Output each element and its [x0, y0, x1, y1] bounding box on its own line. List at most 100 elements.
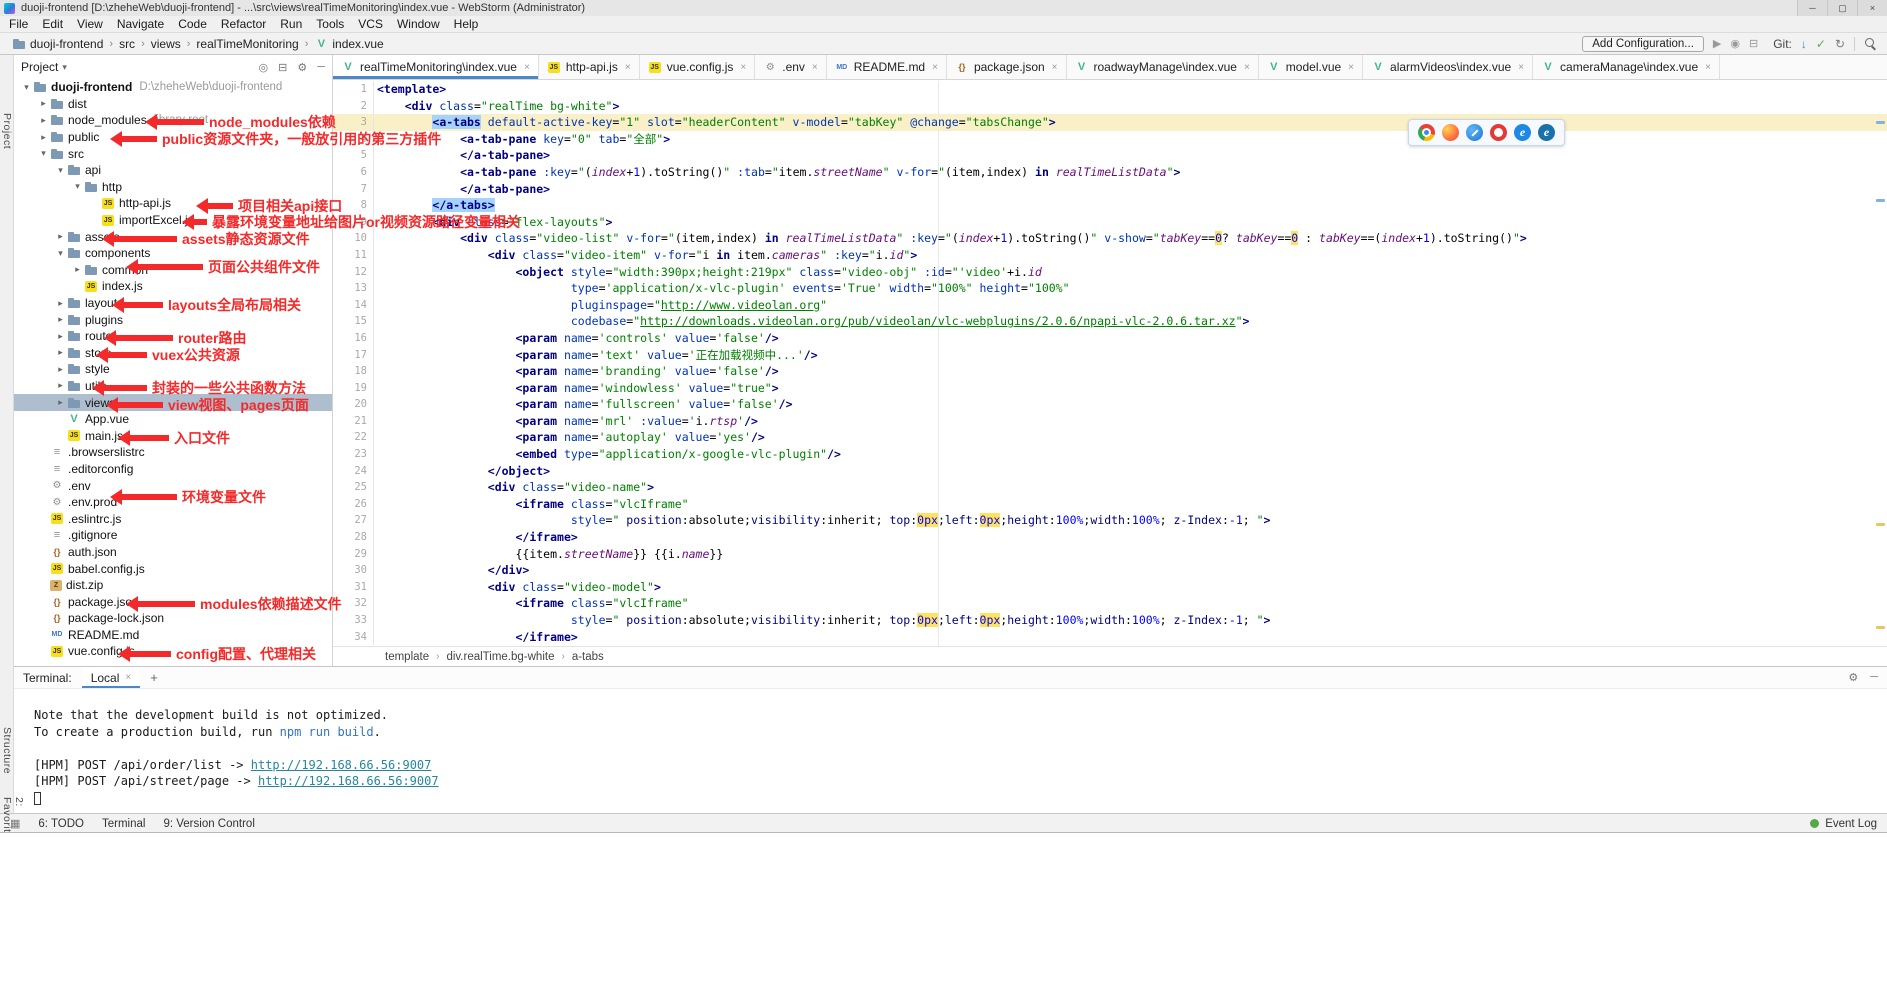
maximize-button[interactable]: ▢ [1827, 0, 1857, 16]
code-line[interactable]: 18 <param name='branding' value='false'/… [333, 363, 1887, 380]
edge-icon[interactable]: e [1538, 124, 1555, 141]
tree-item[interactable]: ▸common [14, 262, 332, 279]
git-commit-icon[interactable]: ✓ [1816, 37, 1826, 51]
menu-item-tools[interactable]: Tools [309, 16, 351, 32]
tree-item[interactable]: ⚙.env [14, 477, 332, 494]
code-line[interactable]: 27 style=" position:absolute;visibility:… [333, 512, 1887, 529]
scroll-mark[interactable] [1876, 199, 1885, 202]
menu-item-view[interactable]: View [70, 16, 110, 32]
close-icon[interactable]: × [625, 62, 631, 73]
chevron-right-icon[interactable]: ▸ [54, 347, 67, 358]
tree-item[interactable]: JSimportExcel.js [14, 212, 332, 229]
editor-tab[interactable]: ValarmVideos\index.vue× [1363, 55, 1533, 79]
editor-tab[interactable]: Vmodel.vue× [1259, 55, 1363, 79]
scroll-mark[interactable] [1876, 523, 1885, 526]
chevron-down-icon[interactable]: ▾ [54, 165, 67, 176]
git-update-icon[interactable]: ↓ [1801, 37, 1807, 51]
editor-breadcrumb-item[interactable]: template [385, 651, 429, 663]
code-line[interactable]: 29 {{item.streetName}} {{i.name}} [333, 546, 1887, 563]
code-line[interactable]: 10 <div class="video-list" v-for="(item,… [333, 230, 1887, 247]
code-line[interactable]: 28 </iframe> [333, 529, 1887, 546]
code-line[interactable]: 5 </a-tab-pane> [333, 147, 1887, 164]
project-panel-title[interactable]: Project [21, 60, 58, 74]
tree-item[interactable]: JSmain.js [14, 427, 332, 444]
add-configuration-button[interactable]: Add Configuration... [1582, 36, 1704, 52]
terminal-output[interactable]: Note that the development build is not o… [14, 689, 1887, 806]
code-line[interactable]: 15 codebase="http://downloads.videolan.o… [333, 313, 1887, 330]
event-log-button[interactable]: Event Log [1825, 818, 1877, 830]
code-line[interactable]: 26 <iframe class="vlcIframe" [333, 496, 1887, 513]
chevron-right-icon[interactable]: ▸ [54, 364, 67, 375]
close-icon[interactable]: × [932, 62, 938, 73]
collapse-all-icon[interactable]: ⊟ [278, 61, 287, 74]
settings-icon[interactable]: ⚙ [297, 61, 307, 74]
locate-icon[interactable]: ◎ [259, 61, 269, 74]
tree-item[interactable]: ▾http [14, 179, 332, 196]
tree-item[interactable]: ▸utils [14, 378, 332, 395]
chevron-down-icon[interactable]: ▾ [20, 82, 33, 93]
code-line[interactable]: 12 <object style="width:390px;height:219… [333, 264, 1887, 281]
editor-breadcrumb-item[interactable]: a-tabs [572, 651, 604, 663]
code-line[interactable]: 21 <param name='mrl' :value='i.rtsp'/> [333, 413, 1887, 430]
chevron-right-icon[interactable]: ▸ [54, 298, 67, 309]
chevron-right-icon[interactable]: ▸ [37, 98, 50, 109]
ie-icon[interactable]: e [1514, 124, 1531, 141]
close-icon[interactable]: × [740, 62, 746, 73]
tree-item[interactable]: {}package.json [14, 593, 332, 610]
git-revert-icon[interactable]: ↻ [1835, 37, 1845, 51]
chevron-right-icon[interactable]: ▸ [37, 132, 50, 143]
menu-item-run[interactable]: Run [273, 16, 309, 32]
tree-item[interactable]: Zdist.zip [14, 577, 332, 594]
tool-stripe-structure[interactable]: Structure [1, 727, 13, 774]
editor-breadcrumb-item[interactable]: div.realTime.bg-white [446, 651, 554, 663]
statusbar-item[interactable]: Terminal [102, 818, 145, 830]
breadcrumb-item[interactable]: views [149, 37, 183, 51]
close-icon[interactable]: × [524, 62, 530, 73]
close-icon[interactable]: × [1705, 62, 1711, 73]
chevron-down-icon[interactable]: ▾ [37, 148, 50, 159]
editor-tab[interactable]: JSvue.config.js× [640, 55, 756, 79]
breadcrumb-item[interactable]: Vindex.vue [312, 37, 385, 51]
statusbar-item[interactable]: 6: TODO [38, 818, 84, 830]
code-line[interactable]: 3 <a-tabs default-active-key="1" slot="h… [333, 114, 1887, 131]
chevron-down-icon[interactable]: ▾ [54, 248, 67, 259]
chevron-down-icon[interactable]: ▾ [71, 181, 84, 192]
minimize-button[interactable]: ─ [1797, 0, 1827, 16]
statusbar-item[interactable]: 9: Version Control [163, 818, 254, 830]
chevron-right-icon[interactable]: ▸ [54, 331, 67, 342]
tree-item[interactable]: ▸dist [14, 96, 332, 113]
code-line[interactable]: 34 </iframe> [333, 629, 1887, 646]
tree-item[interactable]: {}package-lock.json [14, 610, 332, 627]
chevron-right-icon[interactable]: ▸ [54, 231, 67, 242]
code-line[interactable]: 7 </a-tab-pane> [333, 181, 1887, 198]
menu-item-file[interactable]: File [2, 16, 35, 32]
code-line[interactable]: 1<template> [333, 81, 1887, 98]
code-line[interactable]: 25 <div class="video-name"> [333, 479, 1887, 496]
code-line[interactable]: 22 <param name='autoplay' value='yes'/> [333, 429, 1887, 446]
tree-item[interactable]: ▸style [14, 361, 332, 378]
editor-tab[interactable]: JShttp-api.js× [539, 55, 640, 79]
code-line[interactable]: 33 style=" position:absolute;visibility:… [333, 612, 1887, 629]
code-line[interactable]: 16 <param name='controls' value='false'/… [333, 330, 1887, 347]
chevron-right-icon[interactable]: ▸ [54, 380, 67, 391]
code-line[interactable]: 30 </div> [333, 562, 1887, 579]
tree-item[interactable]: ▾src [14, 145, 332, 162]
tree-item[interactable]: ▸router [14, 328, 332, 345]
tree-item[interactable]: {}auth.json [14, 544, 332, 561]
tree-item[interactable]: MDREADME.md [14, 627, 332, 644]
tree-item[interactable]: ≡.gitignore [14, 527, 332, 544]
code-line[interactable]: 14 pluginspage="http://www.videolan.org" [333, 297, 1887, 314]
code-line[interactable]: 11 <div class="video-item" v-for="i in i… [333, 247, 1887, 264]
menu-item-navigate[interactable]: Navigate [110, 16, 171, 32]
code-line[interactable]: 31 <div class="video-model"> [333, 579, 1887, 596]
new-terminal-button[interactable]: + [150, 670, 158, 685]
close-icon[interactable]: × [812, 62, 818, 73]
tree-item[interactable]: ▸assets [14, 228, 332, 245]
tree-item[interactable]: ▾api [14, 162, 332, 179]
tree-item[interactable]: ▾components [14, 245, 332, 262]
tool-stripe-favorites[interactable]: 2: Favorites [1, 797, 25, 833]
terminal-tab-local[interactable]: Local × [82, 667, 141, 688]
coverage-icon[interactable]: ⊟ [1749, 37, 1758, 50]
tree-item[interactable]: ▾duoji-frontendD:\zheheWeb\duoji-fronten… [14, 79, 332, 96]
code-line[interactable]: 9 <div class="flex-layouts"> [333, 214, 1887, 231]
